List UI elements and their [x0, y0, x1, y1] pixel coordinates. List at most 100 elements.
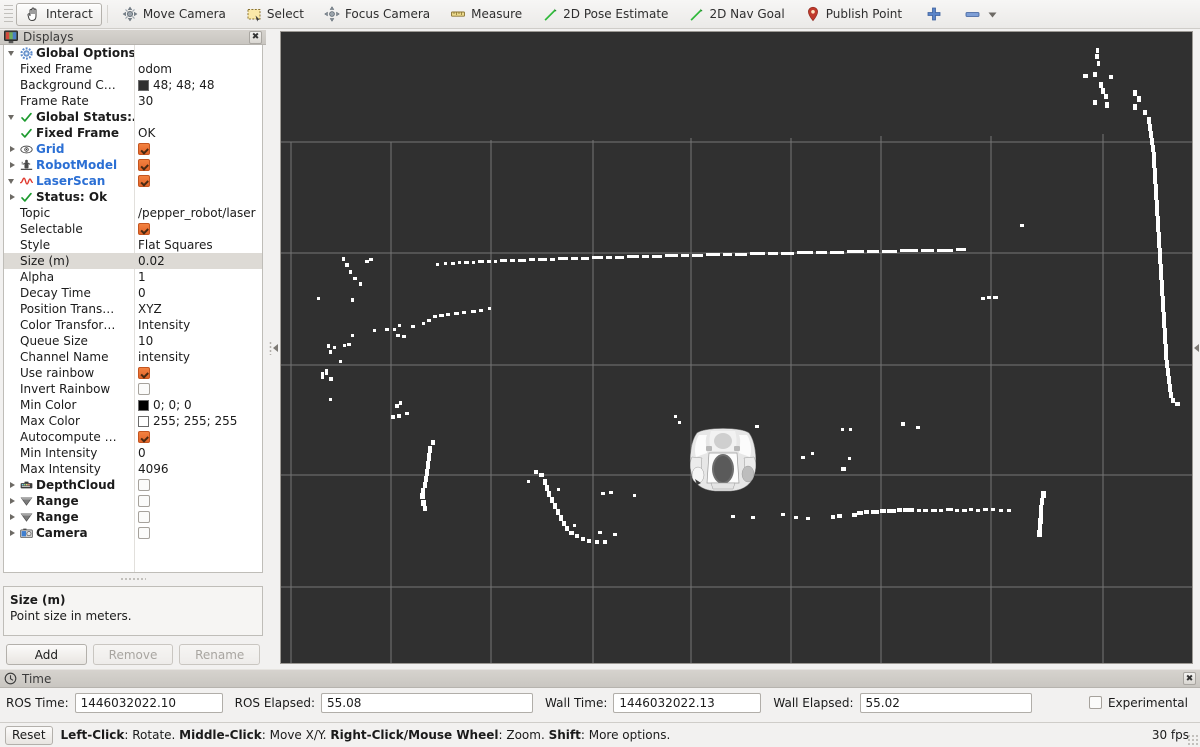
ros-elapsed-input[interactable]: 55.08 [321, 692, 534, 713]
chevron-down-icon[interactable] [8, 177, 17, 186]
toolbar-button-interact[interactable]: Interact [16, 2, 102, 26]
ros-time-input[interactable]: 1446032022.10 [74, 692, 223, 713]
tree-row-selectable[interactable]: Selectable [4, 221, 262, 237]
color-swatch[interactable] [138, 399, 149, 411]
tree-row-style[interactable]: Style Flat Squares [4, 237, 262, 253]
tree-row-fixed-frame[interactable]: Fixed Frame OK [4, 125, 262, 141]
chevron-down-icon[interactable] [8, 113, 17, 122]
rename-button[interactable]: Rename [179, 644, 261, 665]
splitter-grip[interactable] [269, 340, 272, 355]
tree-row-background-c-[interactable]: Background C… 48; 48; 48 [4, 77, 262, 93]
tree-row-decay-time[interactable]: Decay Time 0 [4, 285, 262, 301]
tree-row-fixed-frame[interactable]: Fixed Frame odom [4, 61, 262, 77]
chevron-right-icon[interactable] [8, 497, 17, 506]
tree-row-status-ok[interactable]: Status: Ok [4, 189, 262, 205]
remove-button[interactable]: Remove [92, 644, 174, 665]
tree-row-laserscan[interactable]: LaserScan [4, 173, 262, 189]
tree-row-value-cell[interactable]: 255; 255; 255 [134, 414, 262, 428]
tree-row-value-cell[interactable]: Intensity [134, 318, 262, 332]
checkbox-unchecked[interactable] [138, 527, 150, 540]
displays-tree[interactable]: Global Options Fixed Frame odom Background … [3, 45, 263, 574]
checkbox-unchecked[interactable] [138, 383, 150, 396]
render-view-3d[interactable] [280, 31, 1193, 664]
add-button[interactable]: Add [6, 644, 87, 665]
left-splitter[interactable] [266, 30, 280, 665]
tree-row-robotmodel[interactable]: RobotModel [4, 157, 262, 173]
tree-row-size-m-[interactable]: Size (m) 0.02 [4, 253, 262, 270]
tree-row-value-cell[interactable]: intensity [134, 350, 262, 364]
tree-row-value-cell[interactable]: Flat Squares [134, 238, 262, 252]
toolbar-button-publish-point[interactable]: Publish Point [796, 3, 911, 26]
checkbox-unchecked[interactable] [138, 495, 150, 508]
checkbox-unchecked[interactable] [138, 479, 150, 492]
chevron-right-icon[interactable] [8, 145, 17, 154]
window-resize-grip[interactable] [1187, 734, 1198, 745]
tree-row-value-cell[interactable]: /pepper_robot/laser [134, 206, 262, 220]
tree-row-value-cell[interactable]: 0; 0; 0 [134, 398, 262, 412]
tree-row-range[interactable]: Range [4, 509, 262, 525]
tree-row-value-cell[interactable] [134, 159, 262, 172]
tree-row-camera[interactable]: Camera [4, 525, 262, 541]
tree-row-value-cell[interactable]: 10 [134, 334, 262, 348]
chevron-down-icon[interactable] [8, 49, 17, 58]
color-swatch[interactable] [138, 415, 149, 427]
tree-row-value-cell[interactable]: 4096 [134, 462, 262, 476]
toolbar-button-2d-pose-estimate[interactable]: 2D Pose Estimate [533, 3, 677, 26]
tree-row-channel-name[interactable]: Channel Name intensity [4, 349, 262, 365]
toolbar-button-focus-camera[interactable]: Focus Camera [315, 3, 439, 26]
checkbox-checked[interactable] [138, 143, 150, 156]
tree-row-min-color[interactable]: Min Color 0; 0; 0 [4, 397, 262, 413]
toolbar-button-measure[interactable]: Measure [441, 3, 531, 26]
tree-row-value-cell[interactable] [134, 367, 262, 380]
checkbox-checked[interactable] [138, 367, 150, 380]
tree-row-value-cell[interactable]: odom [134, 62, 262, 76]
chevron-right-icon[interactable] [8, 161, 17, 170]
tree-row-value-cell[interactable]: 0.02 [134, 254, 262, 268]
wall-elapsed-input[interactable]: 55.02 [859, 692, 1032, 713]
tree-row-value-cell[interactable] [134, 143, 262, 156]
tree-row-alpha[interactable]: Alpha 1 [4, 269, 262, 285]
checkbox-unchecked[interactable] [138, 511, 150, 524]
tree-row-frame-rate[interactable]: Frame Rate 30 [4, 93, 262, 109]
tree-row-value-cell[interactable]: XYZ [134, 302, 262, 316]
tree-row-value-cell[interactable]: 1 [134, 270, 262, 284]
checkbox-checked[interactable] [138, 175, 150, 188]
checkbox-checked[interactable] [138, 223, 150, 236]
tree-row-value-cell[interactable]: 0 [134, 286, 262, 300]
tree-row-color-transfor-[interactable]: Color Transfor… Intensity [4, 317, 262, 333]
tree-row-value-cell[interactable] [134, 383, 262, 396]
chevron-down-icon[interactable] [987, 6, 998, 22]
toolbar-button-move-camera[interactable]: Move Camera [113, 3, 235, 26]
toolbar-drag-handle[interactable] [4, 5, 13, 23]
wall-time-input[interactable]: 1446032022.13 [613, 692, 762, 713]
tree-row-value-cell[interactable]: OK [134, 126, 262, 140]
tree-row-value-cell[interactable] [134, 495, 262, 508]
tree-row-min-intensity[interactable]: Min Intensity 0 [4, 445, 262, 461]
right-splitter-arrow[interactable] [1194, 343, 1199, 352]
close-icon[interactable]: ✖ [249, 30, 262, 44]
toolbar-button-2d-nav-goal[interactable]: 2D Nav Goal [679, 3, 793, 26]
tree-row-value-cell[interactable] [134, 431, 262, 444]
tree-row-value-cell[interactable]: 48; 48; 48 [134, 78, 262, 92]
tree-row-topic[interactable]: Topic/pepper_robot/laser [4, 205, 262, 221]
reset-button[interactable]: Reset [5, 725, 53, 745]
tree-row-value-cell[interactable] [134, 511, 262, 524]
tree-row-queue-size[interactable]: Queue Size 10 [4, 333, 262, 349]
close-icon[interactable]: ✖ [1183, 672, 1196, 685]
experimental-checkbox[interactable] [1088, 696, 1102, 709]
tree-row-value-cell[interactable]: 30 [134, 94, 262, 108]
minus-icon[interactable] [964, 6, 982, 22]
toolbar-button-select[interactable]: Select [237, 3, 313, 26]
tree-row-value-cell[interactable]: 0 [134, 446, 262, 460]
tree-row-depthcloud[interactable]: DepthCloud [4, 477, 262, 493]
tree-row-value-cell[interactable] [134, 479, 262, 492]
tree-row-value-cell[interactable] [134, 223, 262, 236]
chevron-right-icon[interactable] [8, 193, 17, 202]
checkbox-checked[interactable] [138, 431, 150, 444]
plus-icon[interactable] [926, 6, 942, 22]
experimental-toggle[interactable]: Experimental [1088, 696, 1194, 710]
splitter-collapse-arrow[interactable] [273, 343, 278, 352]
tree-row-use-rainbow[interactable]: Use rainbow [4, 365, 262, 381]
tree-row-invert-rainbow[interactable]: Invert Rainbow [4, 381, 262, 397]
tree-row-position-trans-[interactable]: Position Trans… XYZ [4, 301, 262, 317]
